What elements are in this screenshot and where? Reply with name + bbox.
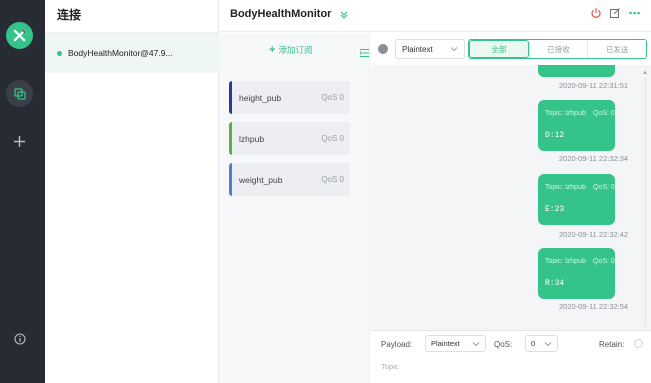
subscription-qos: QoS 0 bbox=[321, 134, 344, 143]
add-subscription-button[interactable]: + 添加订阅 bbox=[269, 44, 312, 56]
connections-panel: 连接 BodyHealthMonitor@47.9... bbox=[45, 0, 219, 383]
publish-format-value: Plaintext bbox=[431, 339, 460, 348]
retain-label: Retain: bbox=[599, 340, 625, 349]
publish-panel: Payload: Plaintext QoS: 0 Retain: bbox=[371, 330, 651, 383]
chevron-down-icon[interactable] bbox=[339, 7, 349, 25]
qos-value: 0 bbox=[531, 339, 536, 348]
add-subscription-label: 添加订阅 bbox=[278, 45, 313, 55]
message-topic: Topic: lzhpub bbox=[545, 258, 586, 265]
chevron-down-icon bbox=[450, 47, 458, 52]
subscription-topic: weight_pub bbox=[239, 174, 283, 185]
qos-label: QoS: bbox=[494, 340, 513, 349]
subscription-item[interactable]: weight_pub QoS 0 bbox=[229, 163, 350, 196]
connection-status-icon bbox=[378, 44, 388, 54]
message-qos: QoS: 0 bbox=[593, 258, 615, 265]
message-bubble bbox=[538, 65, 615, 77]
message-bubble: Topic: lzhpub QoS: 0 D:12 bbox=[538, 100, 615, 151]
connection-item[interactable]: BodyHealthMonitor@47.9... bbox=[45, 33, 219, 73]
connections-title: 连接 bbox=[57, 8, 82, 22]
message-payload: E:23 bbox=[545, 205, 565, 214]
left-rail bbox=[0, 0, 45, 383]
payload-label: Payload: bbox=[381, 340, 413, 349]
message-timestamp: 2020-09-11 22:32:42 bbox=[559, 230, 629, 239]
connection-name: BodyHealthMonitor@47.9... bbox=[68, 48, 173, 58]
filter-sent-button[interactable]: 已发送 bbox=[587, 40, 646, 58]
subscription-color-bar bbox=[229, 122, 232, 155]
subscription-color-bar bbox=[229, 163, 232, 196]
connection-header: BodyHealthMonitor bbox=[219, 0, 651, 32]
collapse-panel-icon[interactable] bbox=[359, 45, 370, 63]
message-timestamp: 2020-09-11 22:31:51 bbox=[559, 81, 629, 90]
retain-checkbox[interactable] bbox=[634, 339, 643, 348]
message-timestamp: 2020-09-11 22:32:34 bbox=[559, 154, 629, 163]
connection-title: BodyHealthMonitor bbox=[230, 8, 332, 20]
message-payload: D:12 bbox=[545, 131, 565, 140]
filter-all-button[interactable]: 全部 bbox=[469, 40, 529, 58]
subscription-topic: lzhpub bbox=[239, 133, 265, 144]
message-timestamp: 2020-09-11 22:32:54 bbox=[559, 302, 629, 311]
message-qos: QoS: 0 bbox=[593, 184, 615, 191]
message-payload: R:34 bbox=[545, 279, 565, 288]
scrollbar[interactable] bbox=[644, 77, 647, 327]
payload-format-value: Plaintext bbox=[402, 44, 433, 54]
plus-icon: + bbox=[269, 44, 276, 56]
subscription-qos: QoS 0 bbox=[321, 93, 344, 102]
messages-panel: Plaintext 全部 已接收 已发送 ▲ 2020-09-11 22:31:… bbox=[371, 33, 651, 330]
chevron-down-icon bbox=[472, 341, 480, 346]
edit-icon[interactable] bbox=[609, 6, 621, 24]
filter-received-button[interactable]: 已接收 bbox=[528, 40, 588, 58]
online-status-dot bbox=[57, 50, 62, 56]
subscription-item[interactable]: lzhpub QoS 0 bbox=[229, 122, 350, 155]
power-icon[interactable] bbox=[590, 6, 602, 24]
message-bubble: Topic: lzhpub QoS: 0 R:34 bbox=[538, 248, 615, 299]
info-icon[interactable] bbox=[6, 325, 33, 352]
topic-input[interactable] bbox=[381, 359, 641, 373]
subscription-topic: height_pub bbox=[239, 92, 282, 103]
message-toolbar: Plaintext 全部 已接收 已发送 bbox=[371, 33, 651, 65]
mqttx-app: 连接 BodyHealthMonitor@47.9... BodyHealthM… bbox=[0, 0, 651, 383]
subscription-item[interactable]: height_pub QoS 0 bbox=[229, 81, 350, 114]
more-icon[interactable] bbox=[628, 6, 641, 24]
chevron-down-icon bbox=[544, 341, 552, 346]
subscription-qos: QoS 0 bbox=[321, 175, 344, 184]
subscriptions-panel: + 添加订阅 height_pub QoS 0 lzhpub QoS 0 wei… bbox=[219, 33, 370, 383]
mqttx-logo-icon bbox=[6, 22, 33, 49]
scroll-up-icon[interactable]: ▲ bbox=[642, 70, 648, 76]
plus-icon[interactable] bbox=[6, 128, 33, 155]
message-qos: QoS: 0 bbox=[593, 110, 615, 117]
message-topic: Topic: lzhpub bbox=[545, 184, 586, 191]
payload-format-select[interactable]: Plaintext bbox=[395, 39, 465, 59]
qos-select[interactable]: 0 bbox=[525, 335, 558, 352]
message-bubble: Topic: lzhpub QoS: 0 E:23 bbox=[538, 174, 615, 225]
publish-format-select[interactable]: Plaintext bbox=[425, 335, 486, 352]
connections-icon[interactable] bbox=[6, 80, 33, 107]
subscription-color-bar bbox=[229, 81, 232, 114]
message-filter-group: 全部 已接收 已发送 bbox=[468, 39, 647, 59]
message-topic: Topic: lzhpub bbox=[545, 110, 586, 117]
